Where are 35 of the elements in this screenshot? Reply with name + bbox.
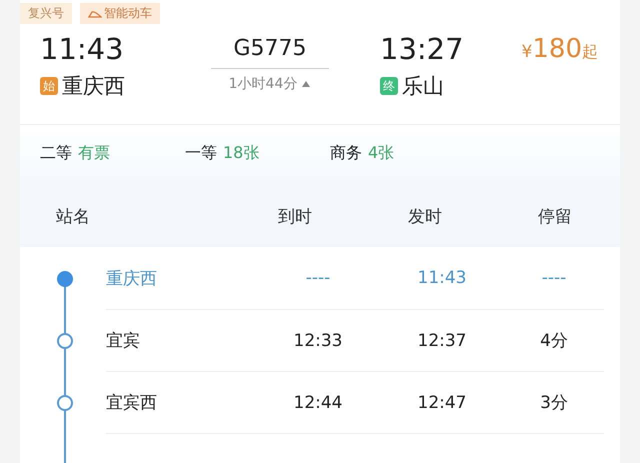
seat-availability: 4张 [368, 143, 394, 164]
duration: 1小时44分 [228, 75, 298, 93]
stop-cell-text: 3分 [539, 392, 569, 414]
seat-class: 商务 [330, 143, 362, 164]
price: ¥180起 [522, 34, 598, 64]
departure-cell-text: 11:43 [416, 268, 468, 288]
train-tag: 智能动车 [80, 3, 160, 24]
column-header: 站名 [55, 206, 91, 228]
station-name: 重庆西 [106, 268, 158, 290]
train-icon [88, 10, 102, 18]
arrival-cell-text: 12:33 [292, 330, 344, 350]
seat-availability: 有票 [78, 143, 110, 164]
station-name: 宜宾西 [106, 392, 158, 414]
seat-class: 一等 [185, 143, 217, 164]
train-tag: 复兴号 [20, 3, 72, 24]
arrival-station: 乐山 [402, 73, 444, 100]
column-header: 停留 [537, 206, 573, 228]
departure-station: 重庆西 [62, 73, 125, 100]
seat-class: 二等 [40, 143, 72, 164]
departure-time: 11:43 [40, 32, 125, 66]
arrival-cell-text: ---- [304, 268, 332, 288]
seat-availability: 18张 [223, 143, 260, 164]
end-badge: 终 [380, 77, 398, 95]
column-header: 到时 [277, 206, 313, 228]
stop-cell-text: 4分 [539, 330, 569, 352]
start-badge: 始 [40, 77, 58, 95]
column-header: 发时 [407, 206, 443, 228]
arrival-time: 13:27 [380, 32, 465, 66]
departure-cell-text: 12:37 [416, 330, 468, 350]
stop-cell-text: ---- [540, 268, 568, 288]
collapse-icon[interactable] [301, 80, 312, 88]
station-name: 宜宾 [106, 330, 141, 352]
train-number: G5775 [211, 32, 329, 69]
arrival-cell-text: 12:44 [292, 392, 344, 412]
departure-cell-text: 12:47 [416, 392, 468, 412]
